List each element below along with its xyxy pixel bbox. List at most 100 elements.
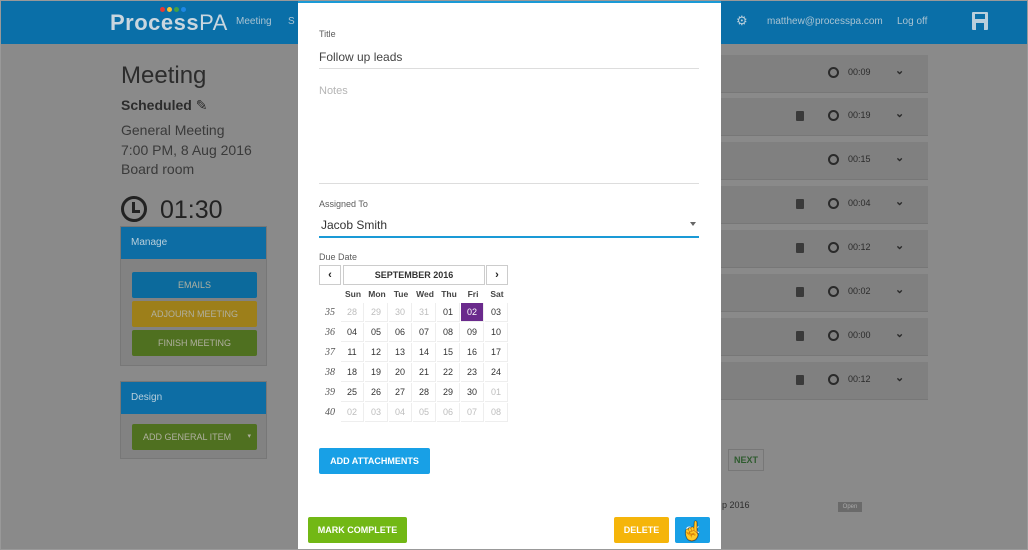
calendar-day[interactable]: 25 [341,383,364,402]
weekday-header: Tue [393,289,409,299]
agenda-duration: 00:02 [848,286,871,296]
trash-icon[interactable] [796,375,804,385]
agenda-row[interactable]: 00:12 ⌄ [720,362,928,400]
delete-button[interactable]: DELETE [614,517,669,543]
trash-icon[interactable] [796,287,804,297]
calendar-day[interactable]: 29 [365,303,388,322]
user-email[interactable]: matthew@processpa.com [767,16,883,27]
calendar-month[interactable]: SEPTEMBER 2016 [343,265,485,285]
calendar-day[interactable]: 02 [461,303,484,322]
calendar-day[interactable]: 04 [341,323,364,342]
calendar-day[interactable]: 21 [413,363,436,382]
calendar-day[interactable]: 05 [365,323,388,342]
calendar-day[interactable]: 28 [341,303,364,322]
calendar-day[interactable]: 16 [461,343,484,362]
calendar-day[interactable]: 06 [437,403,460,422]
calendar-day[interactable]: 22 [437,363,460,382]
chevron-down-icon[interactable]: ⌄ [895,327,904,340]
chevron-left-icon[interactable]: ‹ [319,265,341,285]
hand-cursor-icon: ☝ [681,521,704,541]
logout-link[interactable]: Log off [897,16,927,27]
calendar-day[interactable]: 30 [461,383,484,402]
partial-date: p 2016 [722,500,750,510]
assigned-to-select[interactable]: Jacob Smith [319,215,699,238]
agenda-row[interactable]: 00:19 ⌄ [720,98,928,136]
calendar-day[interactable]: 20 [389,363,412,382]
add-general-item-button[interactable]: ADD GENERAL ITEM ▾ [132,424,257,450]
calendar-day[interactable]: 01 [485,383,508,402]
clock-icon [828,154,839,165]
calendar-day[interactable]: 08 [485,403,508,422]
mark-complete-button[interactable]: MARK COMPLETE [308,517,407,543]
calendar-day[interactable]: 24 [485,363,508,382]
calendar-day[interactable]: 12 [365,343,388,362]
nav-meeting[interactable]: Meeting [236,16,272,27]
calendar-day[interactable]: 03 [485,303,508,322]
calendar-day[interactable]: 23 [461,363,484,382]
calendar-day[interactable]: 01 [437,303,460,322]
title-input[interactable]: Follow up leads [319,50,402,64]
gear-icon[interactable]: ⚙ [736,13,748,29]
finish-meeting-button[interactable]: FINISH MEETING [132,330,257,356]
calendar-day[interactable]: 06 [389,323,412,342]
calendar-day[interactable]: 18 [341,363,364,382]
calendar-day[interactable]: 04 [389,403,412,422]
calendar-day[interactable]: 11 [341,343,364,362]
calendar-day[interactable]: 28 [413,383,436,402]
calendar-day[interactable]: 13 [389,343,412,362]
calendar-day[interactable]: 26 [365,383,388,402]
floppy-icon[interactable] [972,12,988,30]
chevron-down-icon[interactable]: ⌄ [895,195,904,208]
clock-icon [828,198,839,209]
agenda-row[interactable]: 00:15 ⌄ [720,142,928,180]
chevron-down-icon[interactable]: ⌄ [895,64,904,77]
manage-panel-title: Manage [121,227,266,259]
agenda-row[interactable]: 00:09 ⌄ [720,55,928,93]
emails-button[interactable]: EMAILS [132,272,257,298]
trash-icon[interactable] [796,331,804,341]
adjourn-meeting-button[interactable]: ADJOURN MEETING [132,301,257,327]
pencil-icon[interactable]: ✎ [196,97,208,113]
calendar-day[interactable]: 05 [413,403,436,422]
trash-icon[interactable] [796,199,804,209]
logo-dot [167,7,172,12]
agenda-row[interactable]: 00:02 ⌄ [720,274,928,312]
agenda-row[interactable]: 00:04 ⌄ [720,186,928,224]
page-title: Meeting [121,62,207,89]
calendar-day[interactable]: 02 [341,403,364,422]
agenda-row[interactable]: 00:12 ⌄ [720,230,928,268]
calendar-day[interactable]: 07 [413,323,436,342]
week-number: 40 [325,407,335,418]
calendar-day[interactable]: 27 [389,383,412,402]
calendar-day[interactable]: 10 [485,323,508,342]
chevron-right-icon[interactable]: › [486,265,508,285]
next-button[interactable]: NEXT [728,449,764,471]
trash-icon[interactable] [796,243,804,253]
title-underline [319,68,699,69]
calendar-day[interactable]: 30 [389,303,412,322]
chevron-down-icon[interactable]: ⌄ [895,371,904,384]
calendar-day[interactable]: 07 [461,403,484,422]
chevron-down-icon[interactable]: ⌄ [895,151,904,164]
chevron-down-icon[interactable]: ⌄ [895,283,904,296]
chevron-down-icon[interactable]: ⌄ [895,107,904,120]
agenda-row[interactable]: 00:00 ⌄ [720,318,928,356]
calendar-day[interactable]: 31 [413,303,436,322]
calendar-day[interactable]: 03 [365,403,388,422]
trash-icon[interactable] [796,111,804,121]
calendar-day[interactable]: 15 [437,343,460,362]
calendar-day[interactable]: 19 [365,363,388,382]
notes-field[interactable]: Notes [319,85,348,97]
calendar-day[interactable]: 09 [461,323,484,342]
agenda-duration: 00:12 [848,374,871,384]
add-attachments-button[interactable]: ADD ATTACHMENTS [319,448,430,474]
chevron-down-icon[interactable]: ⌄ [895,239,904,252]
logo[interactable]: ProcessPA [110,10,228,36]
clock-icon [828,67,839,78]
calendar-day[interactable]: 08 [437,323,460,342]
nav-item-partial[interactable]: S [288,16,295,27]
meeting-location: Board room [121,161,195,177]
calendar-day[interactable]: 17 [485,343,508,362]
calendar-day[interactable]: 29 [437,383,460,402]
calendar-day[interactable]: 14 [413,343,436,362]
